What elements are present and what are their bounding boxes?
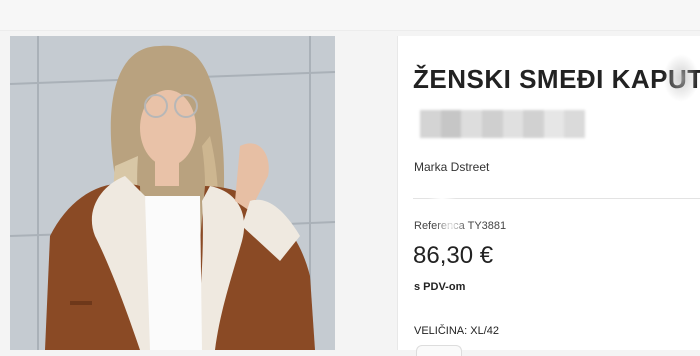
divider	[413, 198, 700, 199]
product-photo	[10, 36, 335, 350]
size-label: VELIČINA: XL/42	[414, 325, 499, 337]
top-bar	[0, 0, 700, 31]
brand-label[interactable]: Marka Dstreet	[414, 160, 489, 174]
product-image[interactable]	[10, 36, 335, 350]
blur-artifact	[436, 216, 466, 236]
blur-artifact	[428, 186, 456, 210]
tax-note: s PDV-om	[414, 281, 466, 293]
pixelated-redaction	[420, 110, 585, 138]
size-option-button[interactable]	[416, 345, 462, 356]
blur-artifact	[663, 54, 699, 102]
product-details-panel: ŽENSKI SMEĐI KAPUT Marka Dstreet Referen…	[397, 36, 700, 356]
price: 86,30 €	[413, 242, 494, 269]
product-title: ŽENSKI SMEĐI KAPUT	[413, 64, 700, 94]
